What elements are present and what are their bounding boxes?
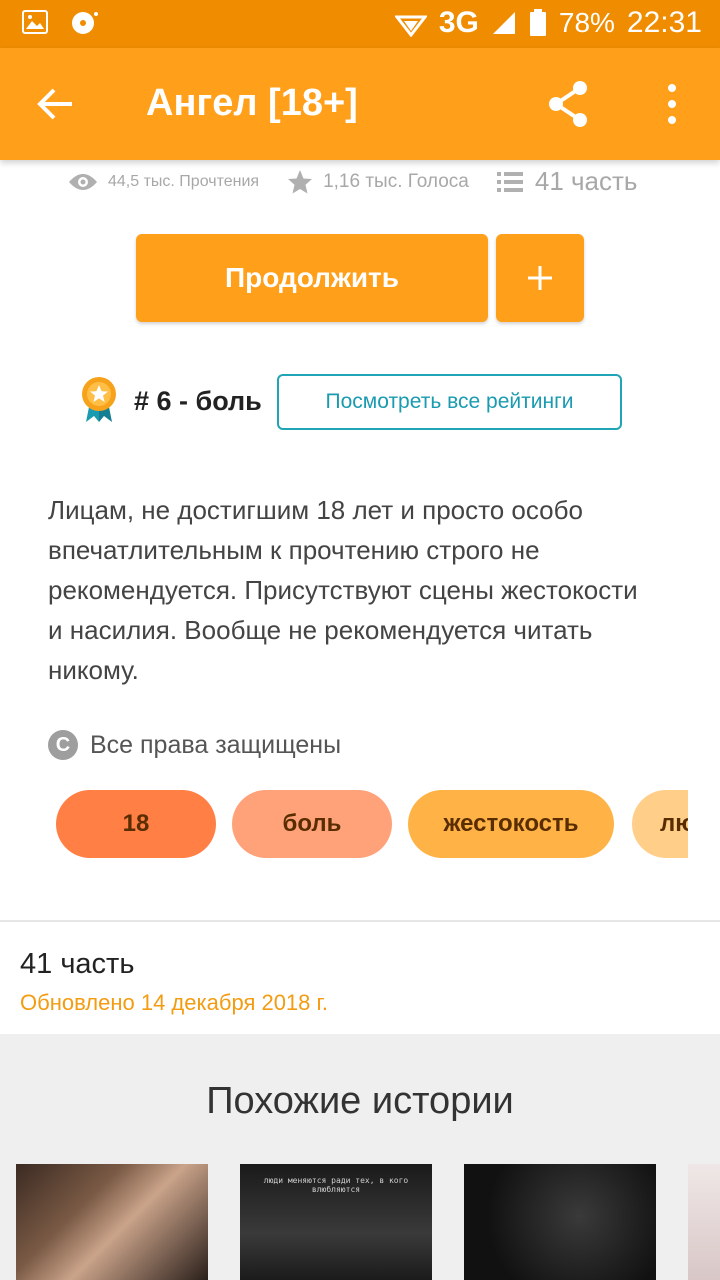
eye-icon	[69, 173, 97, 190]
plus-icon	[528, 266, 552, 290]
parts-title[interactable]: 41 часть	[20, 948, 134, 981]
ranking-text: # 6 - боль	[134, 386, 262, 416]
similar-stories-title: Похожие истории	[206, 1080, 514, 1122]
story-title: Ангел [18+]	[146, 82, 358, 124]
medal-icon	[82, 377, 116, 422]
reads-count: 44,5 тыс. Прочтения	[108, 172, 260, 190]
tag-chip[interactable]: 18	[56, 790, 216, 858]
tag-chip[interactable]: жестокость	[408, 790, 614, 858]
wifi-signal-icon	[394, 15, 427, 37]
votes-stat: 1,16 тыс. Голоса	[287, 169, 469, 195]
copyright-text: Все права защищены	[90, 730, 342, 759]
story-cover[interactable]	[464, 1164, 656, 1280]
reads-stat: 44,5 тыс. Прочтения	[68, 172, 259, 192]
battery-percent: 78%	[558, 7, 615, 38]
parts-stat: 41 часть	[496, 166, 638, 197]
tags-row[interactable]: 18 боль жестокость лю	[56, 790, 688, 858]
story-description: Лицам, не достигшим 18 лет и просто особ…	[48, 495, 638, 685]
status-bar: 3G 78% 22:31	[0, 0, 720, 48]
copyright-icon: C	[48, 730, 78, 760]
add-to-library-button[interactable]	[496, 234, 584, 322]
tag-chip[interactable]: боль	[232, 790, 392, 858]
list-icon	[496, 171, 523, 192]
updated-date: Обновлено 14 декабря 2018 г.	[20, 990, 328, 1015]
cell-signal-icon	[492, 12, 515, 34]
share-icon[interactable]	[542, 78, 594, 130]
section-divider	[0, 920, 720, 922]
story-stats: 44,5 тыс. Прочтения 1,16 тыс. Голоса 41 …	[68, 166, 637, 197]
continue-reading-button[interactable]: Продолжить	[136, 234, 488, 322]
cover-caption: люди меняются ради тех, в кого влюбляютс…	[263, 1176, 409, 1194]
app-bar: Ангел [18+]	[0, 48, 720, 160]
media-icon	[72, 12, 98, 34]
clock: 22:31	[626, 6, 702, 39]
star-icon	[288, 169, 313, 193]
arrow-back-icon[interactable]	[34, 82, 78, 126]
story-cover[interactable]: люди меняются ради тех, в кого влюбляютс…	[240, 1164, 432, 1280]
network-type: 3G	[438, 6, 479, 39]
story-cover[interactable]	[16, 1164, 208, 1280]
story-cover[interactable]	[688, 1164, 720, 1280]
votes-count: 1,16 тыс. Голоса	[323, 170, 469, 192]
battery-icon	[529, 9, 546, 36]
view-all-rankings-button[interactable]: Посмотреть все рейтинги	[277, 374, 622, 430]
copyright-row: C Все права защищены	[48, 730, 341, 760]
parts-count: 41 часть	[534, 166, 638, 196]
tag-chip[interactable]: лю	[632, 790, 688, 858]
more-vert-icon[interactable]	[656, 82, 688, 126]
image-icon	[22, 10, 48, 34]
